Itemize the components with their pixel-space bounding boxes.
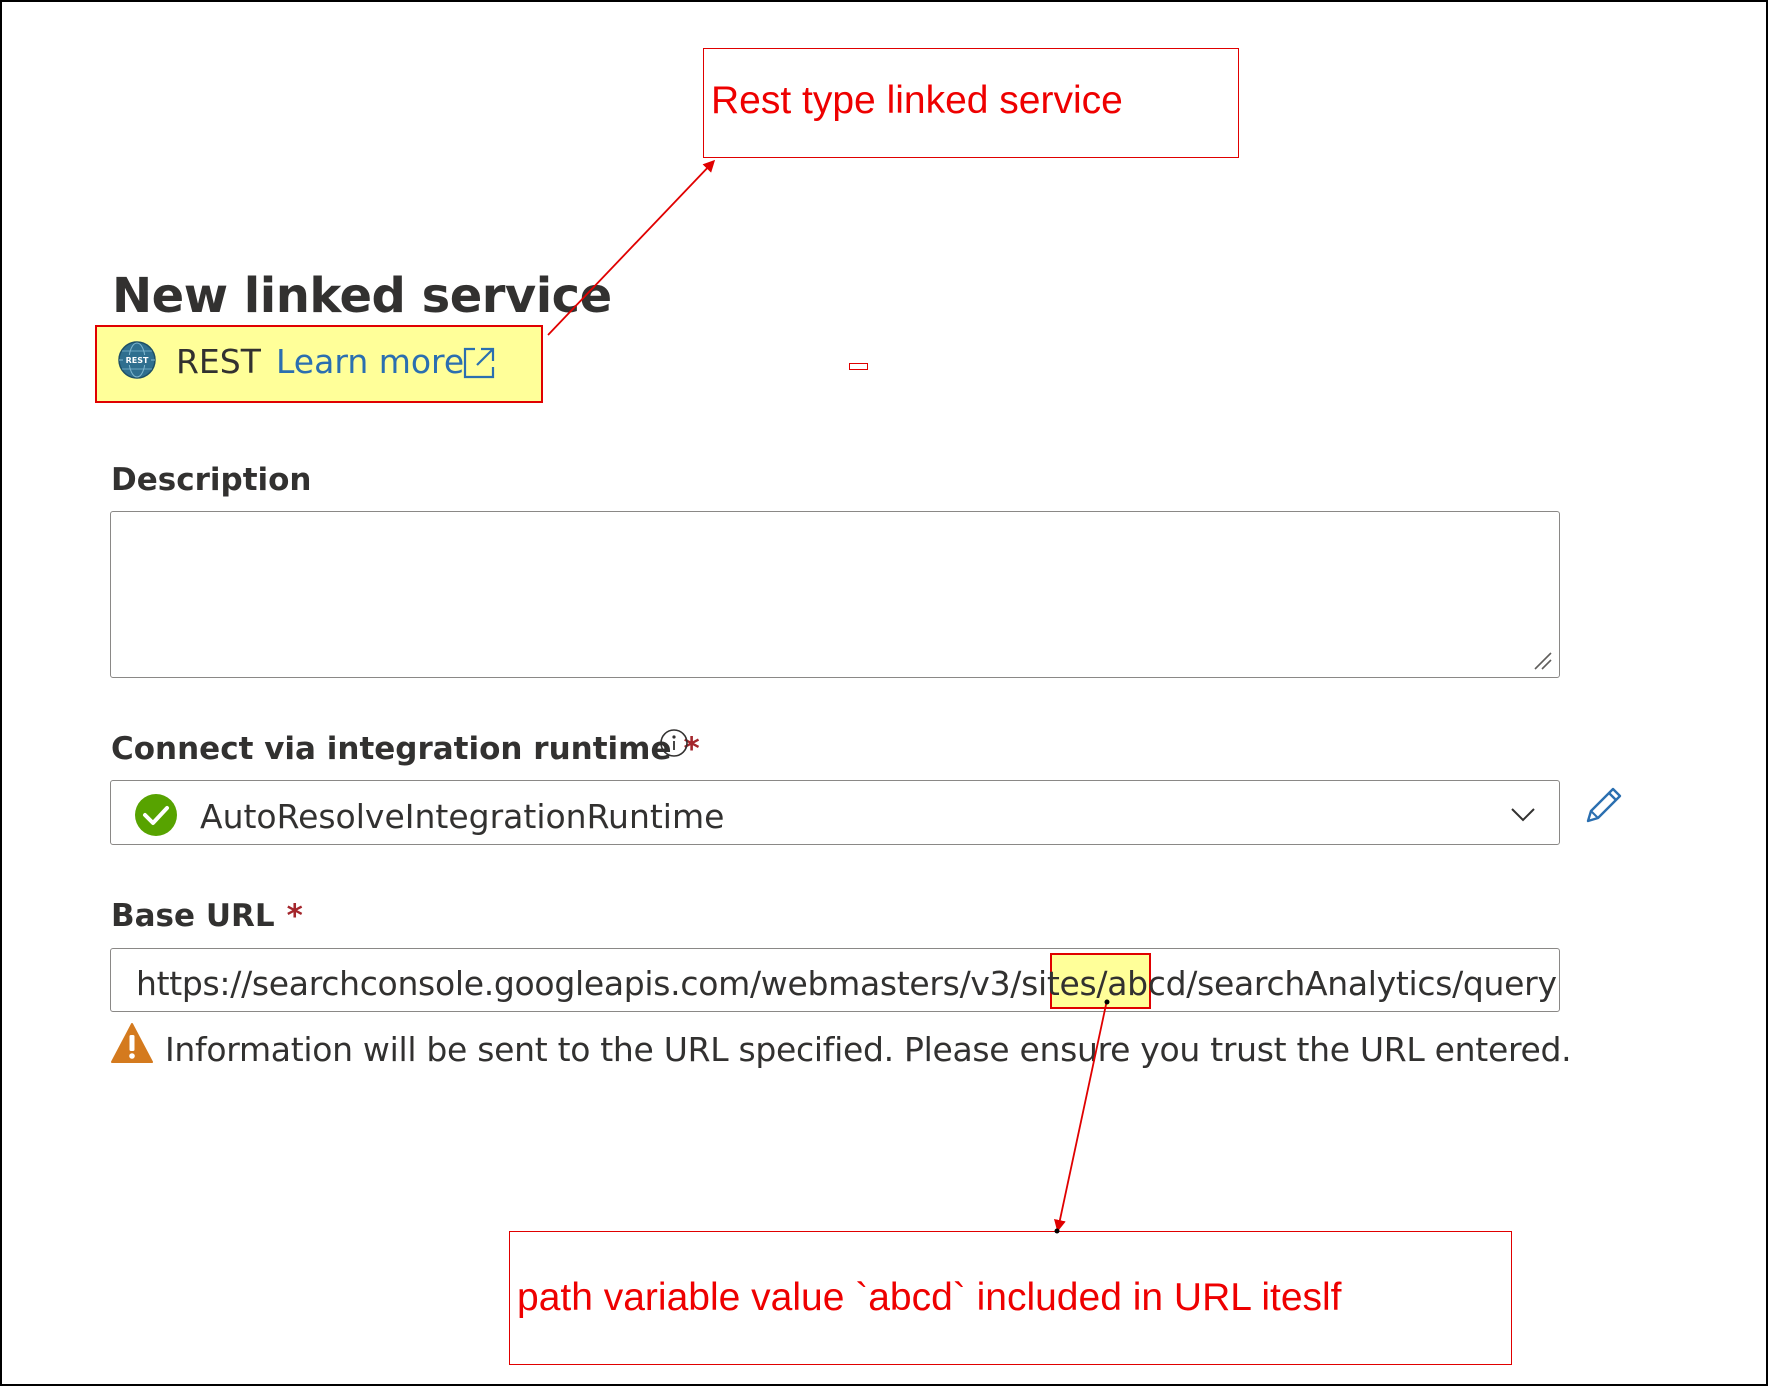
top-annotation-text: Rest type linked service [711,79,1123,122]
external-link-icon[interactable] [461,345,497,381]
annotation-mark [849,363,868,370]
integration-runtime-label-text: Connect via integration runtime [111,731,672,767]
resize-grip-icon[interactable] [1531,649,1553,671]
url-warning-text: Information will be sent to the URL spec… [165,1030,1572,1069]
screenshot-frame [0,0,1768,1386]
rest-globe-icon: REST [118,341,156,379]
chevron-down-icon[interactable] [1510,807,1536,823]
description-label: Description [111,462,312,498]
base-url-label-text: Base URL [111,898,275,934]
base-url-label: Base URL * [111,898,303,934]
check-circle-icon [135,794,177,836]
info-icon[interactable] [659,728,689,758]
base-url-value: https://searchconsole.googleapis.com/web… [136,964,1557,1003]
warning-triangle-icon [111,1023,153,1063]
svg-text:REST: REST [126,356,149,365]
bottom-annotation-text: path variable value `abcd` included in U… [517,1276,1342,1319]
required-mark: * [286,898,303,934]
pencil-icon[interactable] [1580,783,1626,829]
integration-runtime-value: AutoResolveIntegrationRuntime [200,797,725,836]
learn-more-link[interactable]: Learn more [276,342,464,381]
integration-runtime-label: Connect via integration runtime * [111,731,700,767]
description-label-text: Description [111,462,312,498]
service-type-label: REST [176,342,261,381]
page-title: New linked service [112,268,612,324]
description-input[interactable] [110,511,1560,678]
